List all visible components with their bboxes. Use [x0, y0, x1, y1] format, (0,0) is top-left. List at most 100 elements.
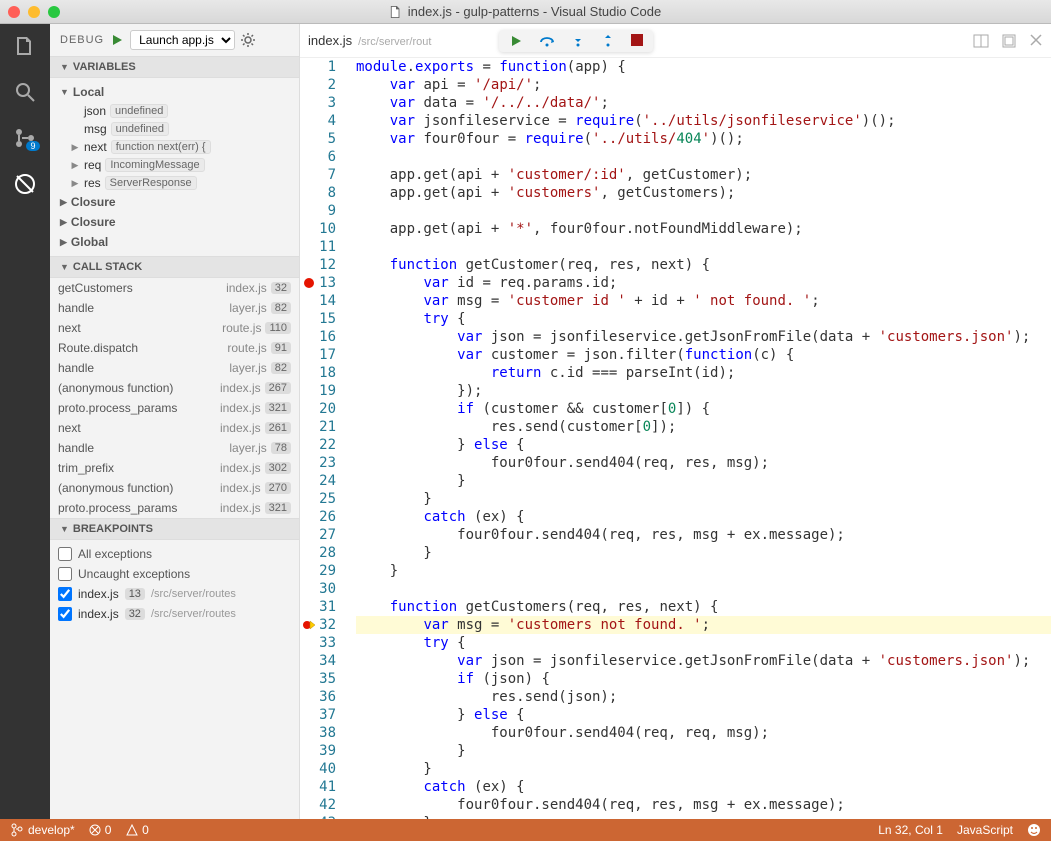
breakpoint-checkbox[interactable] [58, 587, 72, 601]
code-line[interactable]: 27 four0four.send404(req, res, msg + ex.… [356, 526, 1051, 544]
editor-tab[interactable]: index.js /src/server/rout [308, 33, 431, 48]
code-line[interactable]: 9 [356, 202, 1051, 220]
debug-icon[interactable] [11, 170, 39, 198]
callstack-frame[interactable]: handlelayer.js82 [50, 358, 299, 378]
callstack-frame[interactable]: handlelayer.js78 [50, 438, 299, 458]
variable-scope[interactable]: ▶Closure [50, 212, 299, 232]
code-line[interactable]: 22 } else { [356, 436, 1051, 454]
breakpoints-section-header[interactable]: ▼BREAKPOINTS [50, 518, 299, 540]
code-line[interactable]: 24 } [356, 472, 1051, 490]
step-into-button[interactable] [571, 34, 585, 48]
breakpoint-user[interactable]: index.js13/src/server/routes [58, 584, 291, 604]
code-line[interactable]: 34 var json = jsonfileservice.getJsonFro… [356, 652, 1051, 670]
variable-row[interactable]: ▶nextfunction next(err) { [50, 138, 299, 156]
code-line[interactable]: 16 var json = jsonfileservice.getJsonFro… [356, 328, 1051, 346]
explorer-icon[interactable] [11, 32, 39, 60]
split-editor-icon[interactable] [973, 33, 989, 49]
step-over-button[interactable] [539, 34, 555, 48]
code-line[interactable]: 30 [356, 580, 1051, 598]
callstack-frame[interactable]: handlelayer.js82 [50, 298, 299, 318]
breakpoint-checkbox[interactable] [58, 547, 72, 561]
language-mode[interactable]: JavaScript [957, 823, 1013, 837]
feedback-icon[interactable] [1027, 823, 1041, 837]
frame-function: handle [58, 361, 229, 375]
problems-status[interactable]: 0 0 [89, 823, 149, 837]
step-out-button[interactable] [601, 34, 615, 48]
debug-config-select[interactable]: Launch app.js [130, 30, 235, 50]
debug-settings-button[interactable] [241, 33, 255, 47]
breakpoint-checkbox[interactable] [58, 567, 72, 581]
callstack-frame[interactable]: (anonymous function)index.js270 [50, 478, 299, 498]
close-editor-icon[interactable] [1029, 33, 1043, 49]
code-line[interactable]: 3 var data = '/../../data/'; [356, 94, 1051, 112]
variable-row[interactable]: ▶resServerResponse [50, 174, 299, 192]
code-line[interactable]: 28 } [356, 544, 1051, 562]
code-line[interactable]: 42 four0four.send404(req, res, msg + ex.… [356, 796, 1051, 814]
callstack-frame[interactable]: nextindex.js261 [50, 418, 299, 438]
code-line[interactable]: 11 [356, 238, 1051, 256]
code-line[interactable]: 23 four0four.send404(req, res, msg); [356, 454, 1051, 472]
code-line[interactable]: 32 var msg = 'customers not found. '; [356, 616, 1051, 634]
code-line[interactable]: 39 } [356, 742, 1051, 760]
variable-row[interactable]: msgundefined [50, 120, 299, 138]
code-line[interactable]: 20 if (customer && customer[0]) { [356, 400, 1051, 418]
callstack-frame[interactable]: trim_prefixindex.js302 [50, 458, 299, 478]
code-line[interactable]: 7 app.get(api + 'customer/:id', getCusto… [356, 166, 1051, 184]
continue-button[interactable] [509, 34, 523, 48]
code-line[interactable]: 40 } [356, 760, 1051, 778]
code-line[interactable]: 33 try { [356, 634, 1051, 652]
code-line[interactable]: 4 var jsonfileservice = require('../util… [356, 112, 1051, 130]
code-line[interactable]: 36 res.send(json); [356, 688, 1051, 706]
cursor-position[interactable]: Ln 32, Col 1 [878, 823, 943, 837]
variable-scope[interactable]: ▶Closure [50, 192, 299, 212]
code-line[interactable]: 19 }); [356, 382, 1051, 400]
search-icon[interactable] [11, 78, 39, 106]
variable-row[interactable]: ▶reqIncomingMessage [50, 156, 299, 174]
breakpoint-builtin[interactable]: Uncaught exceptions [58, 564, 291, 584]
stop-button[interactable] [631, 34, 643, 48]
callstack-section-header[interactable]: ▼CALL STACK [50, 256, 299, 278]
source-control-icon[interactable]: 9 [11, 124, 39, 152]
code-line[interactable]: 21 res.send(customer[0]); [356, 418, 1051, 436]
code-line[interactable]: 10 app.get(api + '*', four0four.notFound… [356, 220, 1051, 238]
code-line[interactable]: 25 } [356, 490, 1051, 508]
chevron-right-icon: ▶ [70, 178, 80, 189]
breakpoint-user[interactable]: index.js32/src/server/routes [58, 604, 291, 624]
code-line[interactable]: 14 var msg = 'customer id ' + id + ' not… [356, 292, 1051, 310]
start-debug-button[interactable] [110, 33, 124, 47]
callstack-frame[interactable]: proto.process_paramsindex.js321 [50, 498, 299, 518]
variable-row[interactable]: jsonundefined [50, 102, 299, 120]
code-line[interactable]: 35 if (json) { [356, 670, 1051, 688]
code-line[interactable]: 5 var four0four = require('../utils/404'… [356, 130, 1051, 148]
git-branch[interactable]: develop* [10, 823, 75, 837]
code-editor[interactable]: 1module.exports = function(app) {2 var a… [300, 58, 1051, 819]
breakpoint-checkbox[interactable] [58, 607, 72, 621]
code-line[interactable]: 43 } [356, 814, 1051, 819]
code-line[interactable]: 38 four0four.send404(req, req, msg); [356, 724, 1051, 742]
code-line[interactable]: 41 catch (ex) { [356, 778, 1051, 796]
code-line[interactable]: 12 function getCustomer(req, res, next) … [356, 256, 1051, 274]
variables-section-header[interactable]: ▼VARIABLES [50, 56, 299, 78]
chevron-right-icon: ▶ [60, 217, 67, 228]
breakpoint-builtin[interactable]: All exceptions [58, 544, 291, 564]
code-line[interactable]: 8 app.get(api + 'customers', getCustomer… [356, 184, 1051, 202]
code-line[interactable]: 18 return c.id === parseInt(id); [356, 364, 1051, 382]
code-line[interactable]: 29 } [356, 562, 1051, 580]
callstack-frame[interactable]: proto.process_paramsindex.js321 [50, 398, 299, 418]
callstack-frame[interactable]: (anonymous function)index.js267 [50, 378, 299, 398]
code-line[interactable]: 37 } else { [356, 706, 1051, 724]
variable-scope[interactable]: ▶Global [50, 232, 299, 252]
code-line[interactable]: 6 [356, 148, 1051, 166]
code-line[interactable]: 17 var customer = json.filter(function(c… [356, 346, 1051, 364]
callstack-frame[interactable]: Route.dispatchroute.js91 [50, 338, 299, 358]
more-icon[interactable] [1001, 33, 1017, 49]
callstack-frame[interactable]: nextroute.js110 [50, 318, 299, 338]
code-line[interactable]: 2 var api = '/api/'; [356, 76, 1051, 94]
code-line[interactable]: 13 var id = req.params.id; [356, 274, 1051, 292]
variable-scope[interactable]: ▼Local [50, 82, 299, 102]
code-line[interactable]: 15 try { [356, 310, 1051, 328]
code-line[interactable]: 26 catch (ex) { [356, 508, 1051, 526]
code-line[interactable]: 31 function getCustomers(req, res, next)… [356, 598, 1051, 616]
code-line[interactable]: 1module.exports = function(app) { [356, 58, 1051, 76]
callstack-frame[interactable]: getCustomersindex.js32 [50, 278, 299, 298]
